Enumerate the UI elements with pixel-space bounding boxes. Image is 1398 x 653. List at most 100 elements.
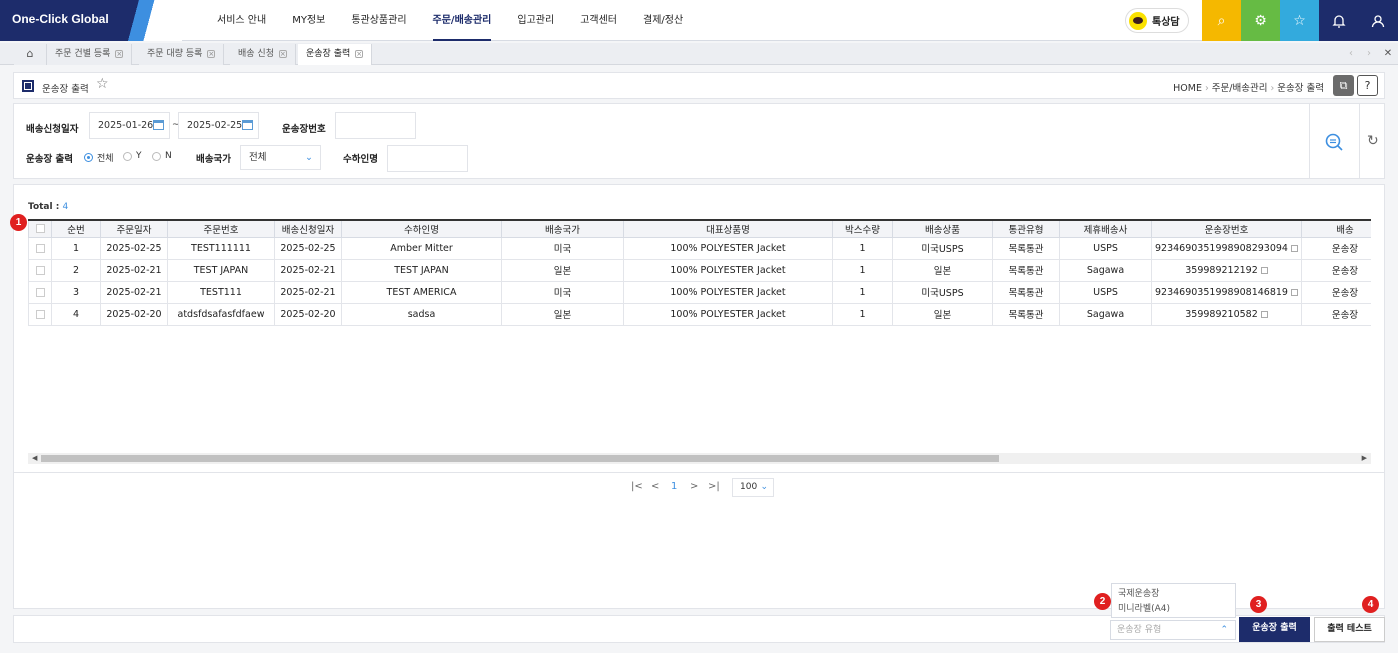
tab-prev-icon[interactable]: ‹ bbox=[1344, 43, 1358, 65]
table-cell: 2025-02-25 bbox=[100, 236, 168, 260]
close-icon[interactable]: × bbox=[278, 49, 287, 58]
last-page-icon[interactable]: >| bbox=[708, 481, 720, 492]
print-test-button[interactable]: 출력 테스트 bbox=[1314, 617, 1385, 642]
table-cell: 목록통관 bbox=[992, 236, 1060, 260]
external-link-icon[interactable] bbox=[1290, 244, 1298, 252]
breadcrumb-item[interactable]: 주문/배송관리 bbox=[1212, 83, 1268, 94]
column-header[interactable]: 주문번호 bbox=[167, 219, 275, 238]
waybill-type-select[interactable]: 운송장 유형 ⌃ bbox=[1110, 620, 1236, 640]
logo[interactable]: One-Click Global bbox=[0, 0, 182, 41]
search-icon[interactable] bbox=[1324, 132, 1344, 155]
tab-next-icon[interactable]: › bbox=[1362, 43, 1376, 65]
tab-order-bulk[interactable]: 주문 대량 등록 × bbox=[139, 44, 225, 65]
table-row[interactable]: 3 2025-02-21 TEST111 2025-02-21 TEST AMERICA… bbox=[28, 280, 1371, 304]
table-row[interactable]: 2 2025-02-21 TEST JAPAN 2025-02-21 TEST JAPA… bbox=[28, 258, 1371, 282]
row-checkbox[interactable] bbox=[28, 258, 52, 282]
radio-y[interactable]: Y bbox=[123, 151, 142, 161]
tab-order-single[interactable]: 주문 건별 등록 × bbox=[47, 44, 133, 65]
help-icon[interactable]: ? bbox=[1357, 75, 1378, 96]
external-link-icon[interactable] bbox=[1260, 310, 1268, 318]
radio-all[interactable]: 전체 bbox=[84, 151, 114, 164]
column-header[interactable]: 배송 bbox=[1301, 219, 1371, 238]
page-number[interactable]: 1 bbox=[671, 481, 677, 492]
table-cell: 운송장 bbox=[1301, 258, 1371, 282]
favorite-star-icon[interactable]: ☆ bbox=[96, 76, 109, 92]
print-waybill-button[interactable]: 운송장 출력 bbox=[1239, 617, 1310, 642]
step-badge-3: 3 bbox=[1250, 596, 1267, 613]
date-from-input[interactable]: 2025-01-26 bbox=[89, 112, 170, 139]
column-header[interactable]: 순번 bbox=[51, 219, 101, 238]
row-checkbox[interactable] bbox=[28, 280, 52, 304]
table-cell[interactable]: 359989210582 bbox=[1151, 302, 1302, 326]
table-cell: TEST111 bbox=[167, 280, 275, 304]
column-header[interactable]: 박스수량 bbox=[832, 219, 893, 238]
scroll-left-icon[interactable]: ◀ bbox=[32, 453, 37, 464]
waybill-table: 순번 주문일자 주문번호 배송신청일자 수하인명 배송국가 대표상품명 박스수량 배송상품 통관유… bbox=[28, 219, 1371, 326]
dropdown-option-mini-label[interactable]: 미니라벨(A4) bbox=[1118, 602, 1229, 617]
column-header[interactable]: 수하인명 bbox=[341, 219, 502, 238]
table-cell: 1 bbox=[832, 280, 893, 304]
table-cell[interactable]: 359989212192 bbox=[1151, 258, 1302, 282]
menu-item-customer-center[interactable]: 고객센터 bbox=[567, 0, 630, 41]
recipient-input[interactable] bbox=[387, 145, 468, 172]
search-icon[interactable]: ⌕ bbox=[1202, 0, 1241, 41]
bell-icon[interactable] bbox=[1319, 0, 1358, 41]
star-icon[interactable]: ☆ bbox=[1280, 0, 1319, 41]
breadcrumb-item[interactable]: HOME bbox=[1173, 83, 1202, 94]
menu-item-orders-shipping[interactable]: 주문/배송관리 bbox=[420, 0, 505, 41]
close-icon[interactable]: × bbox=[355, 49, 364, 58]
column-header[interactable]: 제휴배송사 bbox=[1059, 219, 1152, 238]
prev-page-icon[interactable]: < bbox=[651, 481, 659, 492]
column-header[interactable]: 배송상품 bbox=[892, 219, 993, 238]
radio-n[interactable]: N bbox=[152, 151, 172, 161]
scroll-thumb[interactable] bbox=[41, 455, 999, 462]
first-page-icon[interactable]: |< bbox=[631, 481, 643, 492]
column-header[interactable]: 배송신청일자 bbox=[274, 219, 342, 238]
copy-icon[interactable]: ⧉ bbox=[1333, 75, 1354, 96]
country-select[interactable]: 전체 ⌄ bbox=[240, 145, 321, 170]
settings-icon[interactable]: ⚙ bbox=[1241, 0, 1280, 41]
table-cell: Amber Mitter bbox=[341, 236, 502, 260]
table-cell: 일본 bbox=[501, 258, 624, 282]
calendar-icon[interactable] bbox=[242, 120, 253, 130]
total-value: 4 bbox=[62, 202, 69, 212]
table-cell[interactable]: 9234690351998908293094 bbox=[1151, 236, 1302, 260]
column-header[interactable]: 운송장번호 bbox=[1151, 219, 1302, 238]
tab-waybill-print[interactable]: 운송장 출력 × bbox=[298, 44, 373, 65]
menu-item-service[interactable]: 서비스 안내 bbox=[204, 0, 279, 41]
menu-item-my-info[interactable]: MY정보 bbox=[279, 0, 338, 41]
waybill-input[interactable] bbox=[335, 112, 416, 139]
external-link-icon[interactable] bbox=[1290, 288, 1298, 296]
kakao-chat-button[interactable]: 톡상담 bbox=[1125, 8, 1189, 33]
column-header[interactable]: 대표상품명 bbox=[623, 219, 833, 238]
close-icon[interactable]: × bbox=[207, 49, 216, 58]
menu-item-customs-products[interactable]: 통관상품관리 bbox=[338, 0, 419, 41]
tab-shipping-request[interactable]: 배송 신청 × bbox=[230, 44, 296, 65]
date-to-input[interactable]: 2025-02-25 bbox=[178, 112, 259, 139]
page-size-select[interactable]: 100 ⌄ bbox=[732, 478, 774, 497]
row-checkbox[interactable] bbox=[28, 236, 52, 260]
menu-item-inbound[interactable]: 입고관리 bbox=[504, 0, 567, 41]
next-page-icon[interactable]: > bbox=[690, 481, 698, 492]
scroll-right-icon[interactable]: ▶ bbox=[1362, 453, 1367, 464]
table-cell: 3 bbox=[51, 280, 101, 304]
calendar-icon[interactable] bbox=[153, 120, 164, 130]
row-checkbox[interactable] bbox=[28, 302, 52, 326]
column-header[interactable]: 배송국가 bbox=[501, 219, 624, 238]
user-icon[interactable] bbox=[1358, 0, 1398, 41]
home-tab[interactable]: ⌂ bbox=[14, 44, 47, 65]
select-all-checkbox[interactable] bbox=[28, 219, 52, 238]
menu-item-payment[interactable]: 결제/정산 bbox=[630, 0, 696, 41]
table-row[interactable]: 1 2025-02-25 TEST111111 2025-02-25 Amber Mit… bbox=[28, 236, 1371, 260]
refresh-icon[interactable]: ↻ bbox=[1367, 133, 1379, 149]
table-cell[interactable]: 9234690351998908146819 bbox=[1151, 280, 1302, 304]
tab-close-all-icon[interactable]: ✕ bbox=[1381, 43, 1395, 65]
column-header[interactable]: 통관유형 bbox=[992, 219, 1060, 238]
horizontal-scrollbar[interactable]: ◀ ▶ bbox=[28, 453, 1371, 464]
close-icon[interactable]: × bbox=[115, 49, 124, 58]
column-header[interactable]: 주문일자 bbox=[100, 219, 168, 238]
dropdown-option-international[interactable]: 국제운송장 bbox=[1118, 587, 1229, 602]
page-icon bbox=[22, 80, 34, 92]
external-link-icon[interactable] bbox=[1260, 266, 1268, 274]
table-row[interactable]: 4 2025-02-20 atdsfdsafasfdfaew 2025-02-20 sa… bbox=[28, 302, 1371, 326]
